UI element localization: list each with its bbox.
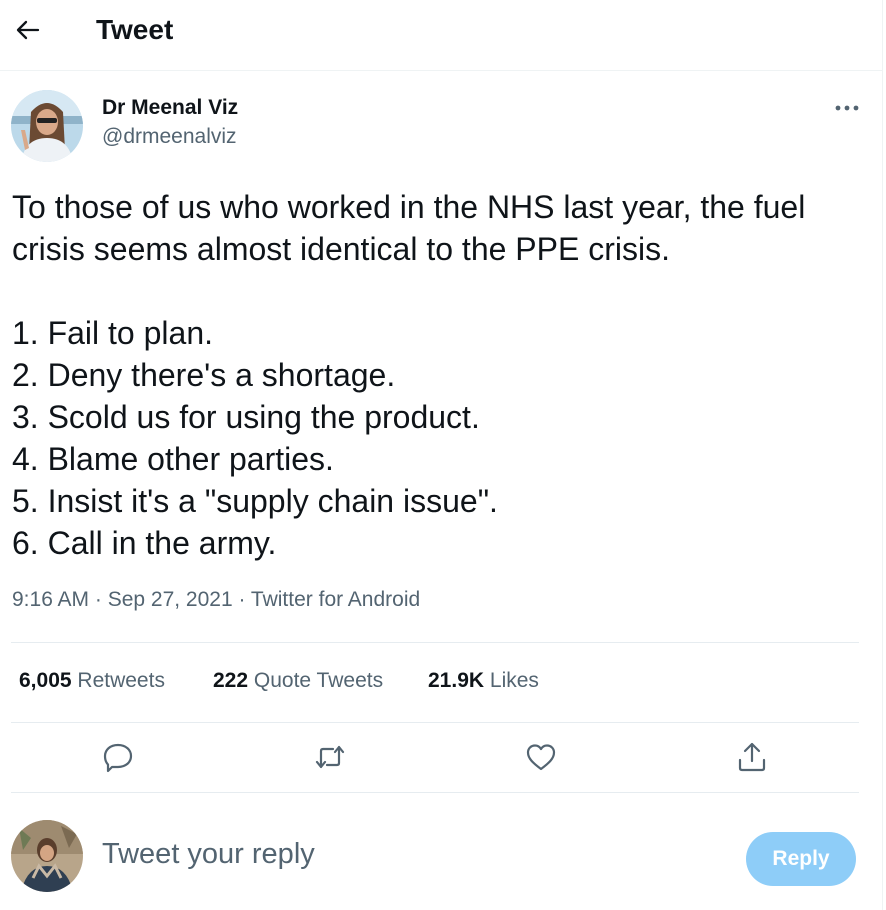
likes-count: 21.9K	[428, 669, 485, 692]
divider	[11, 642, 859, 643]
retweets-count: 6,005	[19, 669, 72, 692]
likes-stat[interactable]: 21.9K Likes	[428, 669, 539, 693]
tweet-text: To those of us who worked in the NHS las…	[12, 189, 806, 561]
author-name[interactable]: Dr Meenal Viz	[102, 96, 238, 120]
retweets-label: Retweets	[77, 669, 165, 692]
tweet-timestamp[interactable]: 9:16 AM · Sep 27, 2021 · Twitter for And…	[12, 588, 420, 612]
reply-input[interactable]	[102, 838, 702, 871]
author-avatar[interactable]	[11, 90, 83, 162]
page-title: Tweet	[96, 14, 174, 45]
more-options-icon[interactable]	[832, 96, 862, 120]
quotes-label: Quote Tweets	[253, 669, 384, 692]
quotes-count: 222	[213, 669, 249, 692]
retweet-icon[interactable]	[313, 740, 347, 774]
divider	[11, 722, 859, 723]
likes-label: Likes	[489, 669, 539, 692]
header: Tweet	[0, 0, 882, 71]
back-arrow-icon[interactable]	[14, 16, 42, 44]
reply-comment-icon[interactable]	[101, 740, 135, 774]
reply-button[interactable]: Reply	[746, 832, 856, 886]
current-user-avatar[interactable]	[11, 820, 83, 892]
author-handle[interactable]: @drmeenalviz	[102, 125, 237, 149]
tweet-page: Tweet Dr Meenal Viz @drmeenalviz To thos…	[0, 0, 883, 910]
like-heart-icon[interactable]	[524, 740, 558, 774]
quote-tweets-stat[interactable]: 222 Quote Tweets	[213, 669, 383, 693]
retweets-stat[interactable]: 6,005 Retweets	[19, 669, 165, 693]
share-icon[interactable]	[735, 740, 769, 774]
divider	[11, 792, 859, 793]
